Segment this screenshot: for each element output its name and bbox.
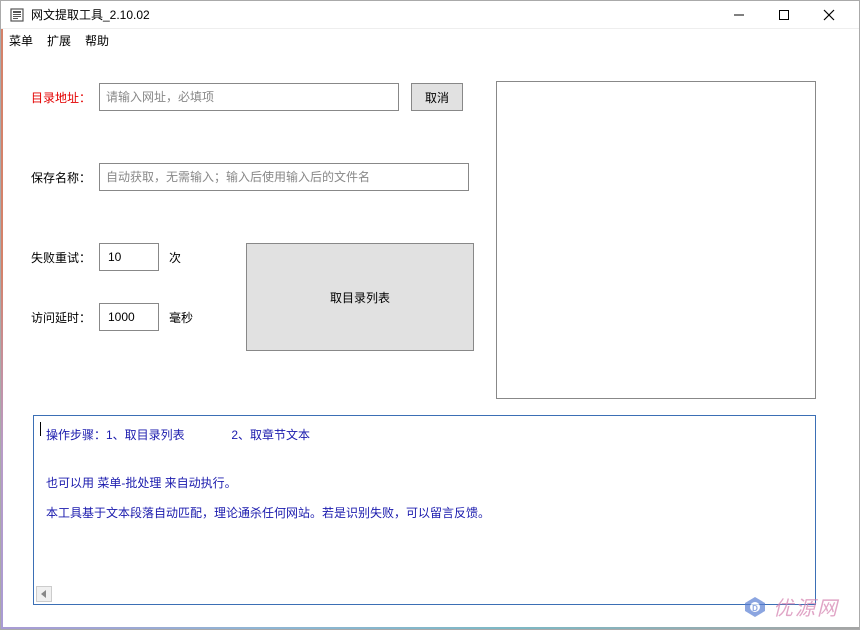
- info-textarea[interactable]: 操作步骤：1、取目录列表 2、取章节文本 也可以用 菜单-批处理 来自动执行。 …: [33, 415, 816, 605]
- info-line2: 也可以用 菜单-批处理 来自动执行。: [46, 474, 803, 492]
- url-label: 目录地址：: [31, 89, 99, 106]
- name-input[interactable]: [99, 163, 469, 191]
- url-input[interactable]: [99, 83, 399, 111]
- watermark-text: 优源网: [773, 592, 839, 621]
- delay-label: 访问延时：: [31, 309, 99, 326]
- menu-item-ext[interactable]: 扩展: [47, 32, 71, 49]
- menu-item-help[interactable]: 帮助: [85, 32, 109, 49]
- watermark-icon: D: [743, 595, 767, 619]
- side-panel[interactable]: [496, 81, 816, 399]
- retry-label: 失败重试：: [31, 249, 99, 266]
- cancel-button[interactable]: 取消: [411, 83, 463, 111]
- info-line3: 本工具基于文本段落自动匹配，理论通杀任何网站。若是识别失败，可以留言反馈。: [46, 504, 803, 522]
- delay-unit: 毫秒: [169, 309, 193, 326]
- delay-input[interactable]: [99, 303, 159, 331]
- app-icon: [9, 7, 25, 23]
- maximize-button[interactable]: [761, 1, 806, 29]
- retry-input[interactable]: [99, 243, 159, 271]
- svg-text:D: D: [752, 604, 758, 613]
- fetch-list-button[interactable]: 取目录列表: [246, 243, 474, 351]
- name-label: 保存名称：: [31, 169, 99, 186]
- window-title: 网文提取工具_2.10.02: [31, 6, 716, 23]
- menubar: 菜单 扩展 帮助: [1, 29, 859, 51]
- watermark: D 优源网: [743, 592, 839, 621]
- menu-item-main[interactable]: 菜单: [9, 32, 33, 49]
- info-step1: 操作步骤：1、取目录列表: [46, 428, 185, 442]
- scroll-left-button[interactable]: [36, 586, 52, 602]
- retry-unit: 次: [169, 249, 181, 266]
- titlebar: 网文提取工具_2.10.02: [1, 1, 859, 29]
- close-button[interactable]: [806, 1, 851, 29]
- text-cursor: [40, 422, 41, 436]
- info-step2: 2、取章节文本: [231, 428, 310, 442]
- minimize-button[interactable]: [716, 1, 761, 29]
